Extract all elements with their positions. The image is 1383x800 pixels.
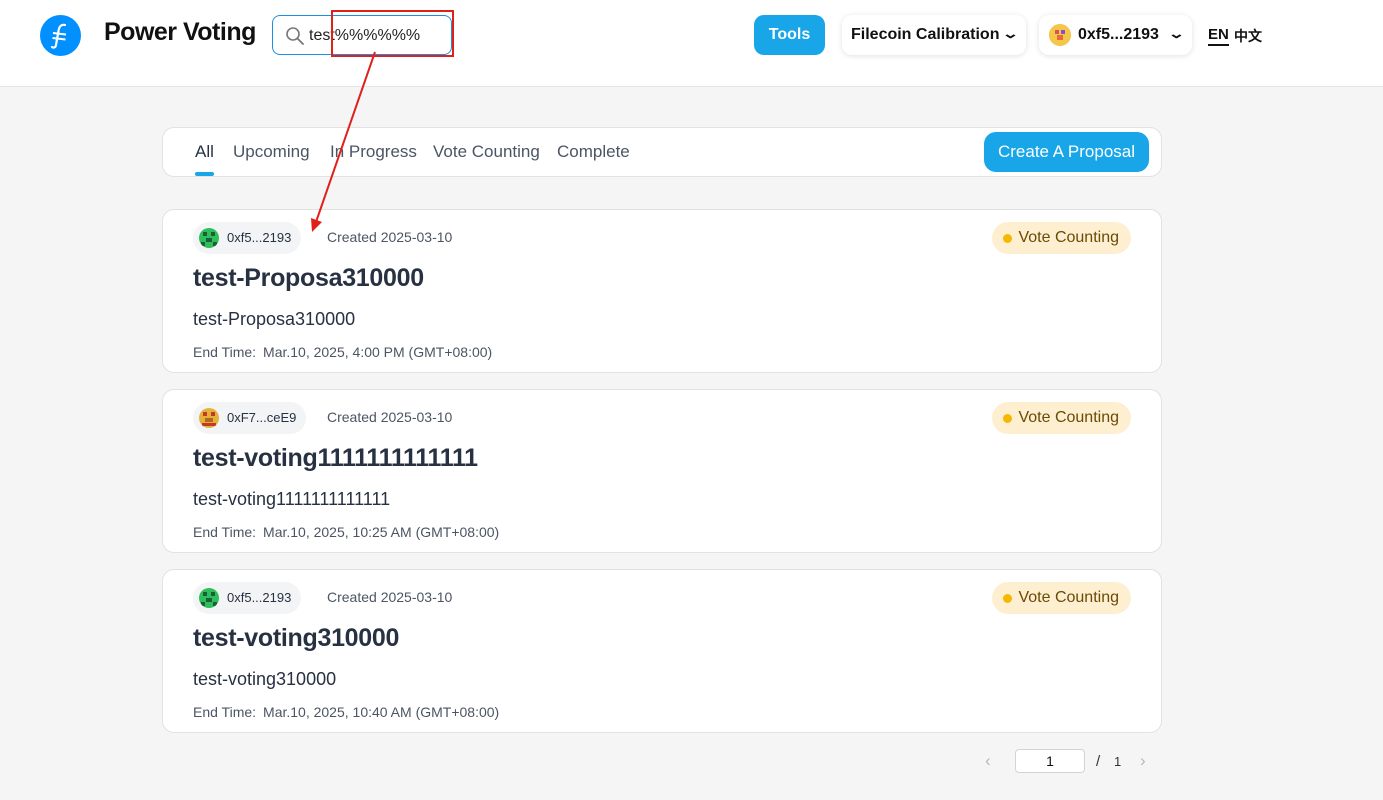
proposal-card[interactable]: 0xF7...ceE9 Created 2025-03-10 Vote Coun… [162, 389, 1162, 553]
created-date: Created 2025-03-10 [327, 589, 453, 605]
app-title: Power Voting [104, 18, 256, 46]
page-number-input[interactable] [1015, 749, 1085, 773]
end-time-value: Mar.10, 2025, 4:00 PM (GMT+08:00) [263, 344, 493, 360]
tools-button[interactable]: Tools [754, 15, 825, 55]
end-time: End Time: Mar.10, 2025, 10:40 AM (GMT+08:… [193, 704, 499, 720]
wallet-avatar [1049, 24, 1071, 46]
status-label: Vote Counting [1018, 229, 1119, 246]
page-separator: / [1096, 753, 1101, 770]
author-avatar [199, 408, 219, 428]
pagination: ‹ / 1 › [980, 748, 1160, 774]
lang-en[interactable]: EN [1208, 26, 1229, 46]
end-time-label: End Time: [193, 344, 257, 360]
status-dot-icon [1003, 234, 1013, 243]
chevron-left-icon[interactable]: ‹ [985, 751, 991, 771]
proposal-description: test-Proposa310000 [193, 309, 356, 329]
status-badge: Vote Counting [992, 582, 1131, 614]
end-time-label: End Time: [193, 524, 257, 540]
filecoin-icon[interactable] [40, 15, 81, 56]
status-dot-icon [1003, 594, 1013, 603]
end-time: End Time: Mar.10, 2025, 4:00 PM (GMT+08:0… [193, 344, 492, 360]
proposal-title[interactable]: test-voting1111111111111 [193, 444, 478, 473]
proposal-card[interactable]: 0xf5...2193 Created 2025-03-10 Vote Coun… [162, 569, 1162, 733]
wallet-address: 0xf5...2193 [1078, 26, 1159, 43]
author-address: 0xF7...ceE9 [227, 410, 297, 425]
search-icon [285, 26, 305, 51]
tab-upcoming[interactable]: Upcoming [233, 142, 310, 162]
network-selector[interactable]: Filecoin Calibration ⌄ [842, 15, 1026, 55]
author-chip[interactable]: 0xf5...2193 [193, 582, 302, 614]
page-total: 1 [1114, 754, 1122, 769]
end-time: End Time: Mar.10, 2025, 10:25 AM (GMT+08:… [193, 524, 499, 540]
status-badge: Vote Counting [992, 402, 1131, 434]
status-dot-icon [1003, 414, 1013, 423]
network-label: Filecoin Calibration [851, 26, 1000, 43]
status-label: Vote Counting [1018, 589, 1119, 606]
chevron-down-icon: ⌄ [1001, 26, 1020, 41]
status-tabs: All Upcoming In Progress Vote Counting C… [162, 127, 1162, 177]
tab-all[interactable]: All [195, 142, 214, 162]
create-proposal-button[interactable]: Create A Proposal [984, 132, 1149, 172]
proposal-card[interactable]: 0xf5...2193 Created 2025-03-10 Vote Coun… [162, 209, 1162, 373]
tab-in-progress[interactable]: In Progress [330, 142, 417, 162]
active-tab-indicator [195, 172, 214, 176]
tab-complete[interactable]: Complete [557, 142, 630, 162]
search-input[interactable] [309, 25, 447, 47]
author-avatar [199, 588, 219, 608]
author-chip[interactable]: 0xF7...ceE9 [193, 402, 307, 434]
chevron-right-icon[interactable]: › [1140, 751, 1146, 771]
created-date: Created 2025-03-10 [327, 229, 453, 245]
end-time-label: End Time: [193, 704, 257, 720]
end-time-value: Mar.10, 2025, 10:40 AM (GMT+08:00) [263, 704, 500, 720]
top-header: Power Voting Tools Filecoin Calibration … [0, 0, 1383, 87]
created-date: Created 2025-03-10 [327, 409, 453, 425]
proposal-description: test-voting1111111111111 [193, 489, 391, 509]
status-badge: Vote Counting [992, 222, 1131, 254]
proposal-title[interactable]: test-voting310000 [193, 624, 399, 653]
author-avatar [199, 228, 219, 248]
end-time-value: Mar.10, 2025, 10:25 AM (GMT+08:00) [263, 524, 500, 540]
wallet-selector[interactable]: 0xf5...2193 ⌄ [1039, 15, 1192, 55]
search-box[interactable] [272, 15, 452, 55]
author-address: 0xf5...2193 [227, 230, 292, 245]
author-address: 0xf5...2193 [227, 590, 292, 605]
tab-vote-counting[interactable]: Vote Counting [433, 142, 540, 162]
status-label: Vote Counting [1018, 409, 1119, 426]
chevron-down-icon: ⌄ [1167, 26, 1186, 41]
author-chip[interactable]: 0xf5...2193 [193, 222, 302, 254]
proposal-title[interactable]: test-Proposa310000 [193, 264, 424, 293]
proposal-description: test-voting310000 [193, 669, 337, 689]
lang-zh[interactable]: 中文 [1234, 26, 1262, 46]
